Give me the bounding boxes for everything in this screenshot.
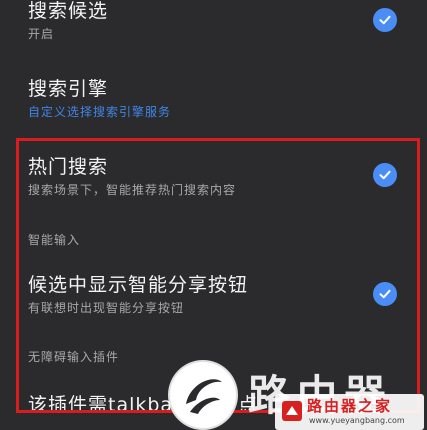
smart-share-row[interactable]: 候选中显示智能分享按钮 有联想时出现智能分享按钮 <box>28 274 427 316</box>
hot-search-check-icon[interactable] <box>373 163 397 187</box>
hot-search-title: 热门搜索 <box>28 156 109 178</box>
search-candidates-row[interactable]: 搜索候选 开启 <box>28 0 427 42</box>
smart-input-section-header: 智能输入 <box>28 233 81 247</box>
search-candidates-title: 搜索候选 <box>28 0 109 22</box>
search-engine-title: 搜索引擎 <box>28 78 109 100</box>
watermark-badge-title: 路由器之家 <box>307 397 393 415</box>
settings-screen: 搜索候选 开启 搜索引擎 自定义选择搜索引擎服务 热门搜索 搜索场景下，智能推荐… <box>0 0 427 430</box>
watermark-badge-icon <box>281 400 303 422</box>
search-candidates-subtitle: 开启 <box>28 27 55 41</box>
watermark-badge: 路由器之家 www.yueyangbang.com <box>275 394 424 430</box>
search-engine-subtitle[interactable]: 自定义选择搜索引擎服务 <box>28 104 427 120</box>
search-candidates-check-icon[interactable] <box>373 8 397 32</box>
watermark-logo-icon <box>168 360 238 430</box>
hot-search-row[interactable]: 热门搜索 搜索场景下，智能推荐热门搜索内容 <box>28 156 427 198</box>
smart-share-check-icon[interactable] <box>373 282 397 306</box>
smart-share-subtitle: 有联想时出现智能分享按钮 <box>28 301 185 315</box>
smart-share-title: 候选中显示智能分享按钮 <box>28 274 249 296</box>
watermark-badge-url: www.yueyangbang.com <box>309 416 405 425</box>
watermark: 路由器 路由器之家 www.yueyangbang.com <box>168 360 427 430</box>
search-engine-row[interactable]: 搜索引擎 自定义选择搜索引擎服务 <box>28 78 427 120</box>
accessibility-section-header: 无障碍输入插件 <box>28 350 120 364</box>
hot-search-subtitle: 搜索场景下，智能推荐热门搜索内容 <box>28 183 237 197</box>
